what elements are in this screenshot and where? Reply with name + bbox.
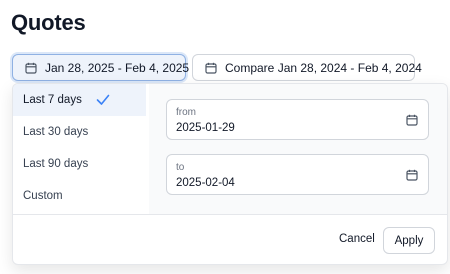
date-range-label: Jan 28, 2025 - Feb 4, 2025 [45,60,190,75]
compare-range-button[interactable]: Compare Jan 28, 2024 - Feb 4, 2024 [192,54,422,81]
page-title: Quotes [11,10,86,35]
date-range-dropdown: Last 7 days Last 30 days Last 90 days Cu… [12,83,448,265]
check-icon [96,94,110,106]
apply-button[interactable]: Apply [383,227,435,254]
preset-label: Last 30 days [23,126,89,138]
from-value: 2025-01-29 [176,122,235,134]
calendar-icon[interactable] [406,114,418,126]
to-date-field[interactable]: to 2025-02-04 [166,154,429,195]
to-value: 2025-02-04 [176,177,235,189]
preset-last-30-days[interactable]: Last 30 days [13,116,146,148]
cancel-button[interactable]: Cancel [339,233,375,245]
compare-range-label: Compare Jan 28, 2024 - Feb 4, 2024 [225,60,422,75]
preset-last-90-days[interactable]: Last 90 days [13,148,146,180]
from-label: from [176,107,196,118]
preset-custom[interactable]: Custom [13,180,146,212]
footer-divider [13,214,447,215]
preset-label: Custom [23,190,63,202]
date-range-button[interactable]: Jan 28, 2025 - Feb 4, 2025 [12,54,190,81]
calendar-icon [25,62,37,74]
preset-list: Last 7 days Last 30 days Last 90 days Cu… [13,84,149,214]
custom-range-area: from 2025-01-29 to 2025-02-04 [149,84,447,214]
from-date-field[interactable]: from 2025-01-29 [166,99,429,140]
calendar-icon[interactable] [406,169,418,181]
preset-label: Last 90 days [23,158,89,170]
preset-label: Last 7 days [23,94,82,106]
calendar-icon [205,62,217,74]
preset-last-7-days[interactable]: Last 7 days [13,84,146,116]
to-label: to [176,162,185,173]
